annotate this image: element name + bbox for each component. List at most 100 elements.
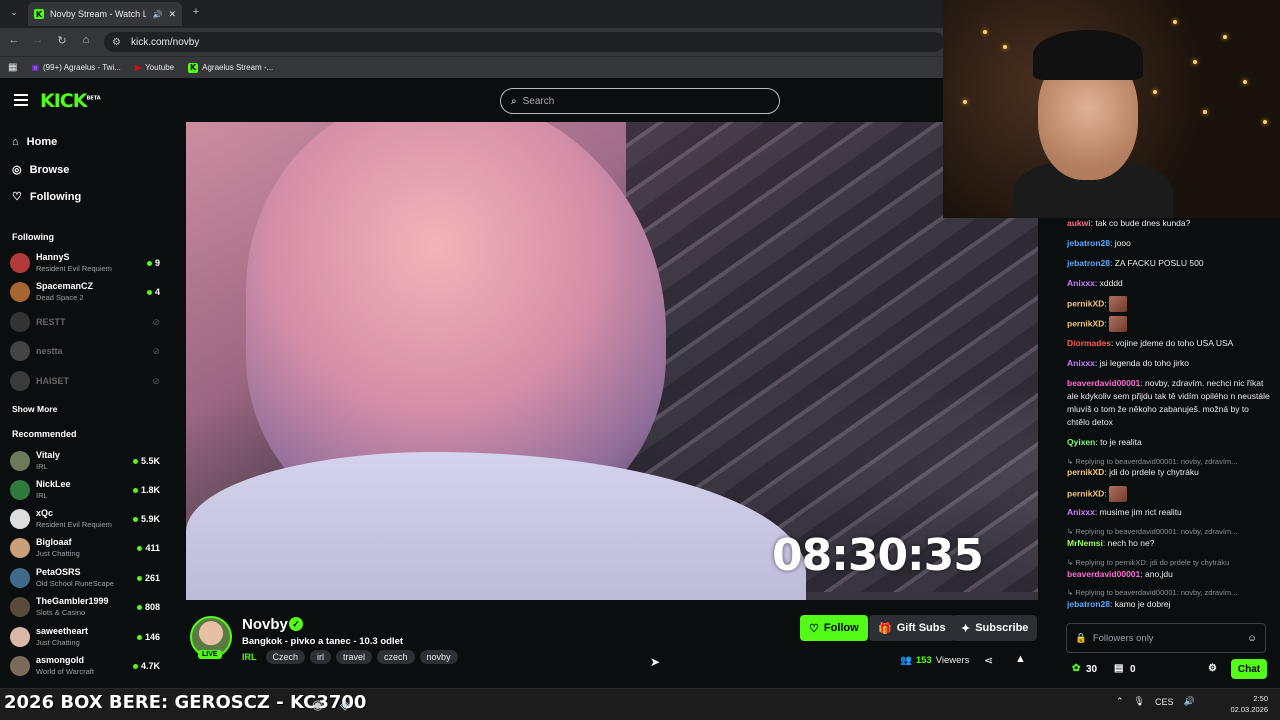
webcam-cap xyxy=(1033,30,1143,80)
live-dot-icon xyxy=(146,260,152,266)
volume-icon[interactable]: 🔊 xyxy=(1184,696,1195,707)
sidebar-item-following[interactable]: ♡ Following xyxy=(12,190,81,204)
category-link[interactable]: IRL xyxy=(242,652,257,662)
site-header xyxy=(0,80,945,122)
chat-message: beaverdavid00001: ano,jdu xyxy=(1067,569,1173,579)
gift-subs-button[interactable]: 🎁 Gift Subs xyxy=(869,615,955,641)
apps-icon[interactable]: ▦ xyxy=(8,62,17,73)
sidebar-item-browse[interactable]: ◎ Browse xyxy=(12,163,69,177)
channel-item-restt[interactable]: RESTT ⊘ xyxy=(10,309,160,335)
channel-item-vitaly[interactable]: Vitaly IRL 5.5K xyxy=(10,448,160,474)
emote-picker-icon[interactable]: ☺ xyxy=(1247,633,1257,644)
tag-chip[interactable]: travel xyxy=(336,650,373,664)
show-more-link[interactable]: Show More xyxy=(12,404,57,414)
channel-item-saweetheart[interactable]: saweetheart Just Chatting 146 xyxy=(10,624,160,650)
site-info-icon[interactable]: ⚙ xyxy=(112,37,121,48)
following-heading: Following xyxy=(12,232,54,242)
chat-reply-context[interactable]: ↳ Replying to beaverdavid00001: novby, z… xyxy=(1067,457,1272,466)
chat-reply-context[interactable]: ↳ Replying to beaverdavid00001: novby, z… xyxy=(1067,588,1272,597)
star-icon: ✦ xyxy=(961,622,971,635)
tab-close-icon[interactable]: ✕ xyxy=(168,9,176,20)
menu-icon[interactable] xyxy=(14,94,28,106)
avatar xyxy=(10,480,30,500)
offline-icon: ⊘ xyxy=(152,375,160,386)
bookmark-youtube[interactable]: ▶ Youtube xyxy=(135,63,174,72)
follow-button[interactable]: ♡ Follow xyxy=(800,615,868,641)
tag-chip[interactable]: czech xyxy=(377,650,415,664)
search-input[interactable]: ⌕ Search xyxy=(500,88,780,114)
offline-icon: ⊘ xyxy=(152,345,160,356)
browser-tab[interactable]: K Novby Stream - Watch Live 🔊 ✕ xyxy=(28,2,182,26)
settings-icon[interactable]: ⚙ xyxy=(1208,663,1217,674)
tag-chip[interactable]: irl xyxy=(310,650,332,664)
obs-icon[interactable]: ◉ xyxy=(312,697,323,713)
share-icon[interactable]: ⋖ xyxy=(984,654,993,667)
avatar xyxy=(10,282,30,302)
live-dot-icon xyxy=(132,516,138,522)
taskbar-clock[interactable]: 2:50 02.03.2026 xyxy=(1228,693,1268,715)
chest-icon[interactable]: ▤ xyxy=(1114,663,1123,674)
chat-message: jebatron28: ZA FACKU POSLU 500 xyxy=(1067,258,1204,268)
channel-item-spacemancz[interactable]: SpacemanCZ Dead Space 2 4 xyxy=(10,279,160,305)
bookmark-twitch[interactable]: ▣ (99+) Agraelus - Twi... xyxy=(31,63,120,72)
sidebar: ⌂ Home ◎ Browse ♡ Following Following Hanny… xyxy=(0,122,172,688)
tab-audio-icon[interactable]: 🔊 xyxy=(152,10,162,19)
channel-item-hannys[interactable]: HannyS Resident Evil Requiem 9 xyxy=(10,250,160,276)
tag-chip[interactable]: Czech xyxy=(265,650,306,664)
compass-icon: ◎ xyxy=(12,164,22,176)
back-icon[interactable]: ← xyxy=(4,34,24,46)
bookmark-kick[interactable]: K Agraelus Stream -... xyxy=(188,62,273,73)
webcam-overlay xyxy=(943,0,1280,218)
channel-item-xqc[interactable]: xQc Resident Evil Requiem 5.9K xyxy=(10,506,160,532)
reload-icon[interactable]: ↻ xyxy=(52,34,72,47)
subscribe-button[interactable]: ✦ Subscribe xyxy=(952,615,1038,641)
points-icon[interactable]: ✿ xyxy=(1072,663,1080,674)
chat-message: Anixxx: musime jim rict realitu xyxy=(1067,507,1182,517)
url-text: kick.com/novby xyxy=(130,36,200,48)
channel-item-haiset[interactable]: HAISET ⊘ xyxy=(10,368,160,394)
live-badge: LIVE xyxy=(198,650,222,659)
points-count: 30 xyxy=(1086,664,1098,675)
live-dot-icon xyxy=(146,289,152,295)
language-indicator[interactable]: CES xyxy=(1155,697,1174,707)
microphone-icon[interactable]: 🎙 xyxy=(1134,696,1145,707)
channel-item-petaosrs[interactable]: PetaOSRS Old School RuneScape 261 xyxy=(10,565,160,591)
chat-message: Qyixen: to je realita xyxy=(1067,437,1142,447)
stream-tags: IRL Czech irl travel czech novby xyxy=(242,650,458,664)
tray-expand-icon[interactable]: ⌃ xyxy=(1116,696,1124,707)
forward-icon[interactable]: → xyxy=(28,34,48,46)
chat-message: Diormades: vojine jdeme do toho USA USA xyxy=(1067,338,1234,348)
channel-item-asmongold[interactable]: asmongold World of Warcraft 4.7K xyxy=(10,653,160,679)
steam-icon[interactable]: ◈ xyxy=(340,697,350,713)
chat-reply-context[interactable]: ↳ Replying to pernikXD: jdi do prdele ty… xyxy=(1067,558,1272,567)
lock-icon: 🔒 xyxy=(1075,632,1087,644)
chat-reply-context[interactable]: ↳ Replying to beaverdavid00001: novby, z… xyxy=(1067,527,1272,536)
emote-image xyxy=(1109,316,1128,332)
home-browser-icon[interactable]: ⌂ xyxy=(76,34,96,46)
chat-message: Anixxx: jsi legenda do toho jirko xyxy=(1067,358,1189,368)
tag-chip[interactable]: novby xyxy=(419,650,458,664)
system-tray: ⌃ 🎙 CES 🔊 xyxy=(1116,696,1195,707)
kick-logo[interactable]: KICKBETA xyxy=(40,90,101,112)
chat-message: pernikXD: xyxy=(1067,486,1272,502)
tab-list-icon[interactable]: ⌄ xyxy=(4,7,24,18)
report-icon[interactable]: ▲ xyxy=(1015,653,1026,665)
video-player[interactable] xyxy=(186,122,1038,600)
chat-message: beaverdavid00001: novby, zdravím. nechci… xyxy=(1067,378,1270,427)
channel-item-thegambler1999[interactable]: TheGambler1999 Slots & Casino 808 xyxy=(10,594,160,620)
channel-item-nicklee[interactable]: NickLee IRL 1.8K xyxy=(10,477,160,503)
bookmarks-bar: ▦ ▣ (99+) Agraelus - Twi... ▶ Youtube K Agr… xyxy=(0,56,945,78)
channel-item-nestta[interactable]: nestta ⊘ xyxy=(10,338,160,364)
home-icon: ⌂ xyxy=(12,136,19,148)
channel-name[interactable]: Novby xyxy=(242,616,288,633)
url-field[interactable]: ⚙ kick.com/novby xyxy=(104,32,944,52)
sidebar-item-home[interactable]: ⌂ Home xyxy=(12,136,57,148)
channel-item-bigloaaf[interactable]: Bigloaaf Just Chatting 411 xyxy=(10,535,160,561)
avatar xyxy=(10,253,30,273)
viewer-count: 👥 153 Viewers xyxy=(900,655,970,666)
avatar xyxy=(10,451,30,471)
new-tab-icon[interactable]: + xyxy=(186,6,206,18)
chat-input[interactable]: 🔒 Followers only ☺ xyxy=(1066,623,1266,653)
send-chat-button[interactable]: Chat xyxy=(1231,659,1267,679)
live-dot-icon xyxy=(132,458,138,464)
